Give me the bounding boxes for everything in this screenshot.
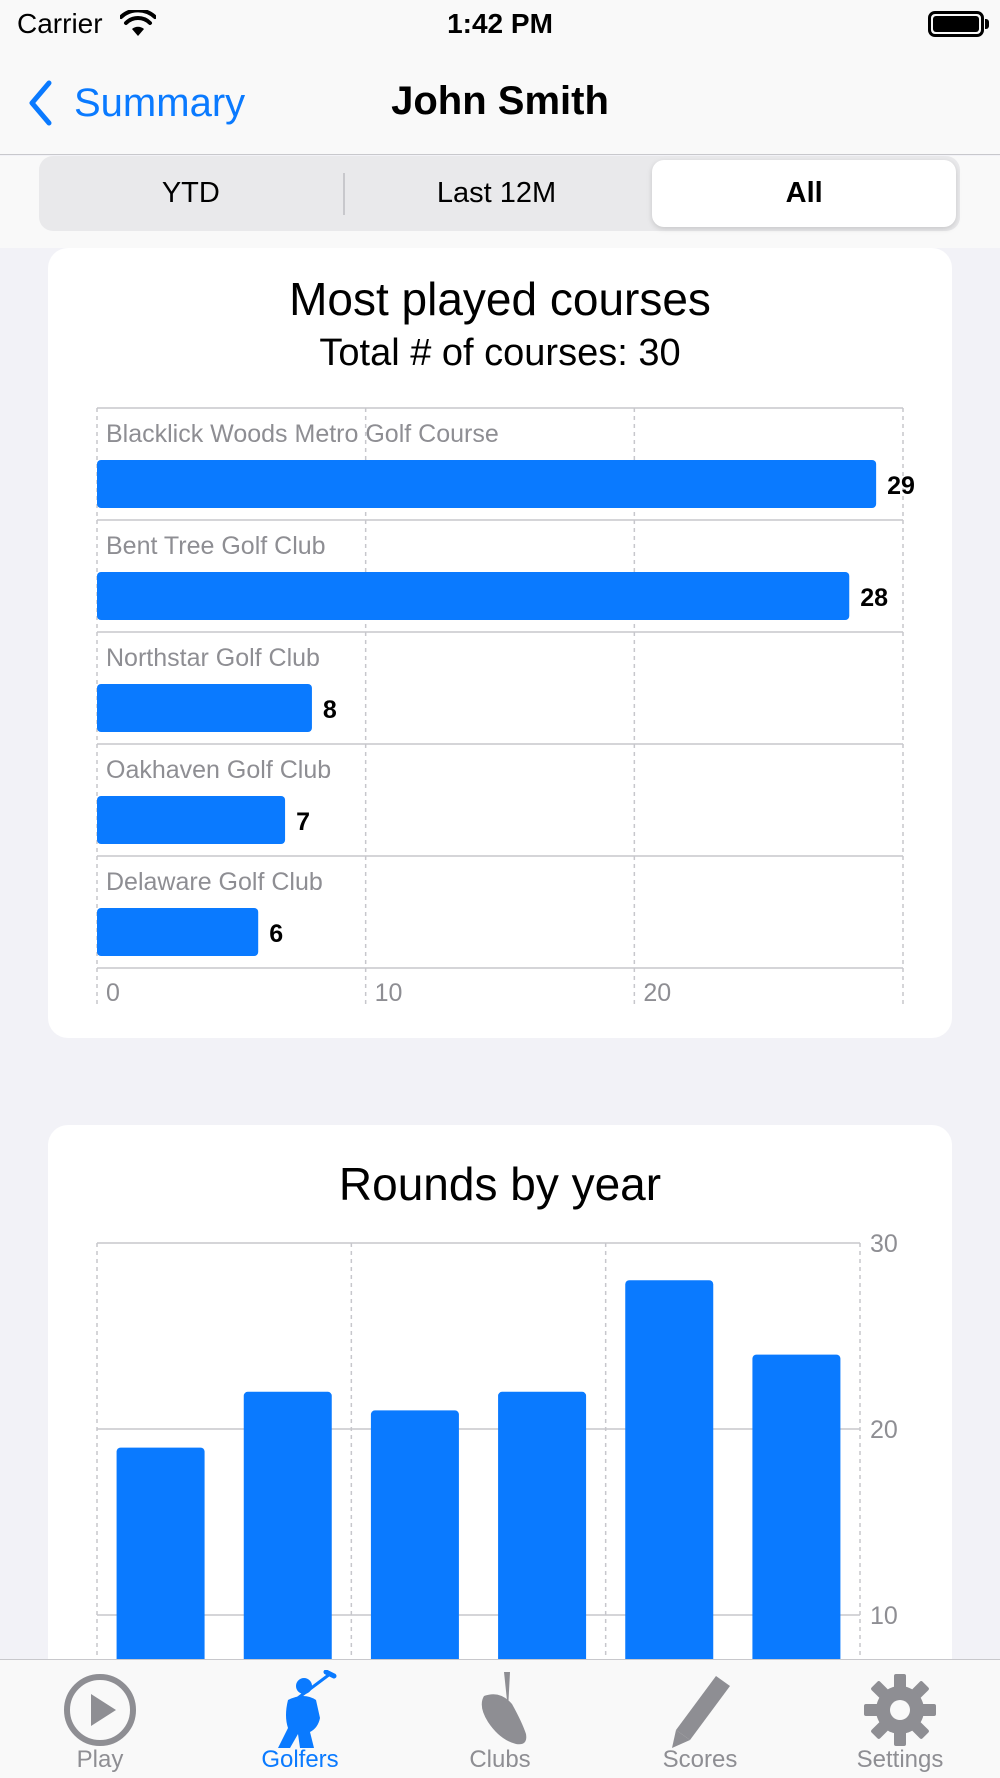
wedge-club-icon <box>481 1672 527 1745</box>
tab-label: Clubs <box>469 1746 531 1773</box>
courses-bar-chart: Blacklick Woods Metro Golf Course 29 Bent … <box>96 407 915 1008</box>
play-icon <box>64 1674 136 1746</box>
course-label: Bent Tree Golf Club <box>106 532 326 560</box>
navigation-bar: Summary John Smith <box>0 52 1000 155</box>
course-label: Blacklick Woods Metro Golf Course <box>106 420 499 448</box>
x-tick-label: 10 <box>375 979 403 1007</box>
course-bar <box>97 460 877 508</box>
y-tick-label: 20 <box>870 1416 898 1444</box>
bar-value-label: 7 <box>296 808 310 836</box>
segment-area: YTD Last 12M All <box>0 156 1000 248</box>
segment-label: All <box>785 177 823 209</box>
rounds-by-year-card: Rounds by year 10 20 30 <box>48 1125 952 1725</box>
status-bar: Carrier 1:42 PM <box>0 0 1000 52</box>
bar-value-label: 28 <box>860 584 888 612</box>
tab-play[interactable]: Play <box>0 1660 200 1778</box>
bar-value-label: 8 <box>323 696 337 724</box>
tab-label: Scores <box>662 1746 738 1773</box>
rounds-bar-chart: 10 20 30 <box>96 1230 898 1725</box>
segment-label: YTD <box>161 177 220 209</box>
course-bar <box>97 684 312 732</box>
page-title: John Smith <box>391 79 609 123</box>
tab-scores[interactable]: Scores <box>600 1660 800 1778</box>
most-played-courses-card: Most played courses Total # of courses: … <box>48 248 952 1038</box>
x-tick-label: 0 <box>106 979 120 1007</box>
battery-icon <box>928 11 989 37</box>
segment-ytd[interactable]: YTD <box>39 156 343 231</box>
course-label: Delaware Golf Club <box>106 868 323 896</box>
course-bar <box>97 908 259 956</box>
tab-settings[interactable]: Settings <box>800 1660 1000 1778</box>
tab-golfers[interactable]: Golfers <box>200 1660 400 1778</box>
tab-label: Settings <box>856 1746 944 1773</box>
course-bar <box>97 796 286 844</box>
y-tick-label: 10 <box>870 1602 898 1630</box>
pencil-icon <box>672 1676 730 1748</box>
bar-value-label: 6 <box>269 920 283 948</box>
tab-label: Play <box>76 1746 124 1773</box>
gear-icon <box>864 1674 936 1746</box>
segment-all[interactable]: All <box>652 160 957 227</box>
course-label: Oakhaven Golf Club <box>106 756 331 784</box>
course-label: Northstar Golf Club <box>106 644 320 672</box>
tab-label: Golfers <box>261 1746 339 1773</box>
tab-bar: Play Golfers Clubs Scores Settings <box>0 1659 1000 1778</box>
y-tick-label: 30 <box>870 1230 898 1258</box>
segment-label: Last 12M <box>436 177 557 209</box>
x-tick-label: 20 <box>643 979 671 1007</box>
status-time: 1:42 PM <box>447 8 553 39</box>
golfer-icon <box>278 1670 337 1748</box>
period-segmented-control: YTD Last 12M All <box>39 156 960 231</box>
tab-clubs[interactable]: Clubs <box>400 1660 600 1778</box>
course-bar <box>97 572 850 620</box>
bar-value-label: 29 <box>887 472 915 500</box>
segment-last-12m[interactable]: Last 12M <box>345 156 649 231</box>
